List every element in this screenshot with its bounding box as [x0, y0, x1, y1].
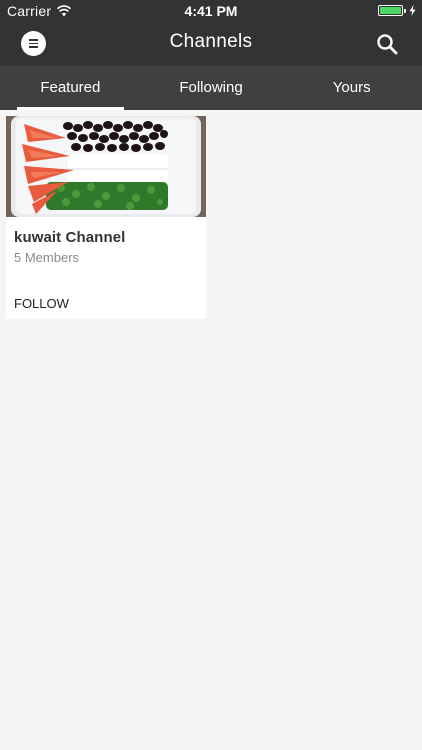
battery-icon [378, 5, 403, 16]
tab-yours[interactable]: Yours [281, 66, 422, 110]
channel-image [6, 116, 206, 217]
battery-fill [380, 7, 401, 14]
tab-bar: Featured Following Yours [0, 66, 422, 110]
channel-card[interactable]: kuwait Channel 5 Members FOLLOW [6, 116, 206, 319]
channel-name: kuwait Channel [14, 229, 126, 246]
page-title: Channels [169, 31, 253, 52]
navigation-bar: Channels [0, 22, 422, 66]
channel-members: 5 Members [14, 250, 80, 265]
follow-button[interactable]: FOLLOW [14, 296, 69, 311]
charging-bolt-icon [409, 5, 416, 16]
selected-tab-indicator [17, 107, 124, 110]
status-bar: Carrier 4:41 PM [0, 0, 422, 22]
app-screen: Carrier 4:41 PM Channels Featured Follow… [0, 0, 422, 750]
tab-following[interactable]: Following [141, 66, 282, 110]
tab-featured[interactable]: Featured [0, 66, 141, 110]
battery-tip [404, 8, 406, 13]
tab-following-label: Following [179, 79, 243, 96]
tab-featured-label: Featured [40, 79, 101, 96]
tab-yours-label: Yours [332, 79, 371, 96]
status-time: 4:41 PM [184, 3, 238, 19]
status-right [378, 5, 416, 16]
search-icon[interactable] [376, 33, 398, 55]
